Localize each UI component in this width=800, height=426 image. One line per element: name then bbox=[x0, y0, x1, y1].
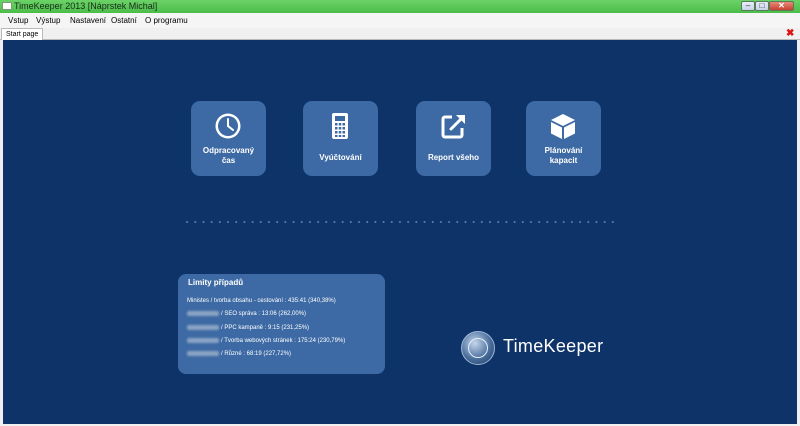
box-icon bbox=[551, 114, 575, 139]
obscured-client-name bbox=[187, 351, 219, 356]
tile-report-vseho[interactable]: Report všeho bbox=[416, 101, 491, 176]
menu-vstup[interactable]: Vstup bbox=[8, 13, 28, 28]
tile-vyuctovani[interactable]: Vyúčtování bbox=[303, 101, 378, 176]
limits-panel: Limity případů Ministes / tvorba obsahu … bbox=[178, 274, 385, 374]
limit-row[interactable]: / Různé : 68:19 (227,72%) bbox=[187, 351, 291, 357]
tile-odpracovany-cas[interactable]: Odpracovaný čas bbox=[191, 101, 266, 176]
tile-planovani-kapacit[interactable]: Plánování kapacit bbox=[526, 101, 601, 176]
dotted-divider bbox=[183, 220, 618, 224]
tab-start-page[interactable]: Start page bbox=[1, 28, 44, 40]
tile-label: Plánování kapacit bbox=[544, 146, 583, 165]
menu-nastaveni[interactable]: Nastavení bbox=[70, 13, 106, 28]
obscured-client-name bbox=[187, 311, 219, 316]
limits-title: Limity případů bbox=[188, 278, 244, 287]
calculator-icon bbox=[332, 113, 348, 139]
tile-label: Report všeho bbox=[427, 153, 480, 162]
tile-label: Odpracovaný čas bbox=[202, 146, 255, 165]
tab-strip: Start page ✖ bbox=[0, 28, 800, 40]
start-page: Odpracovaný čas Vyúčtování Report všeho bbox=[3, 40, 797, 424]
minimize-button[interactable]: – bbox=[741, 1, 755, 11]
app-icon bbox=[2, 2, 12, 10]
logo-badge-icon bbox=[461, 331, 495, 365]
menu-o-programu[interactable]: O programu bbox=[145, 13, 188, 28]
obscured-client-name bbox=[187, 325, 219, 330]
title-bar[interactable]: TimeKeeper 2013 [Náprstek Michal] – □ ✕ bbox=[0, 0, 800, 13]
menu-ostatni[interactable]: Ostatní bbox=[111, 13, 137, 28]
close-tab-icon[interactable]: ✖ bbox=[786, 28, 794, 40]
timekeeper-logo: TimeKeeper bbox=[461, 331, 641, 367]
menu-vystup[interactable]: Výstup bbox=[36, 13, 60, 28]
external-link-icon bbox=[441, 115, 465, 139]
limit-row[interactable]: Ministes / tvorba obsahu - cestování : 4… bbox=[187, 298, 336, 304]
clock-icon bbox=[215, 113, 241, 139]
obscured-client-name bbox=[187, 338, 219, 343]
limit-row[interactable]: / PPC kampaně : 9:15 (231,25%) bbox=[187, 325, 309, 331]
limit-row[interactable]: / SEO správa : 13:06 (262,00%) bbox=[187, 311, 306, 317]
tile-label: Vyúčtování bbox=[319, 153, 362, 162]
limit-row[interactable]: / Tvorba webových stránek : 175:24 (230,… bbox=[187, 338, 345, 344]
logo-text: TimeKeeper bbox=[503, 336, 604, 356]
menu-bar: Vstup Výstup Nastavení Ostatní O program… bbox=[0, 13, 800, 28]
maximize-button[interactable]: □ bbox=[755, 1, 769, 11]
close-window-button[interactable]: ✕ bbox=[769, 1, 794, 11]
window-title: TimeKeeper 2013 [Náprstek Michal] bbox=[14, 1, 158, 11]
